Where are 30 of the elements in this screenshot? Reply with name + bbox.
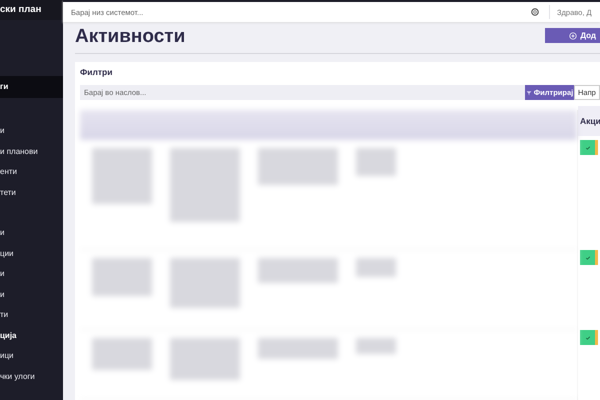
sidebar-item[interactable]: ции [0, 244, 63, 264]
check-icon [584, 254, 590, 260]
action-button[interactable] [595, 250, 598, 265]
check-icon [584, 334, 590, 340]
column-header: Акци [578, 106, 600, 136]
app-title: ски план [0, 0, 63, 20]
approve-button[interactable] [580, 330, 595, 345]
add-button[interactable]: Дод [545, 28, 600, 43]
help-icon[interactable] [531, 8, 539, 16]
sidebar-item[interactable]: тети [0, 182, 63, 203]
action-button[interactable] [595, 330, 598, 345]
sidebar-item[interactable]: енти [0, 162, 63, 182]
sidebar-item[interactable]: и [0, 121, 63, 142]
sidebar-item[interactable]: ги [0, 76, 63, 98]
sidebar-item[interactable]: ти [0, 305, 63, 326]
approve-button[interactable] [580, 250, 595, 265]
sidebar-item[interactable]: и [0, 284, 63, 305]
sidebar-item[interactable]: и планови [0, 142, 63, 162]
filter-icon [526, 90, 532, 96]
action-button[interactable] [595, 140, 598, 155]
check-icon [584, 144, 590, 150]
card-title: Филтри [80, 67, 114, 77]
approve-button[interactable] [580, 140, 595, 155]
sidebar-item[interactable]: и [0, 264, 63, 284]
sidebar-item[interactable]: и [0, 223, 63, 244]
sidebar-item[interactable]: чки улоги [0, 366, 63, 387]
sidebar-section-title: ција [0, 330, 18, 342]
page-title: Активности [75, 26, 186, 48]
sidebar-item[interactable]: ици [0, 346, 63, 366]
plus-circle-icon [569, 32, 578, 40]
